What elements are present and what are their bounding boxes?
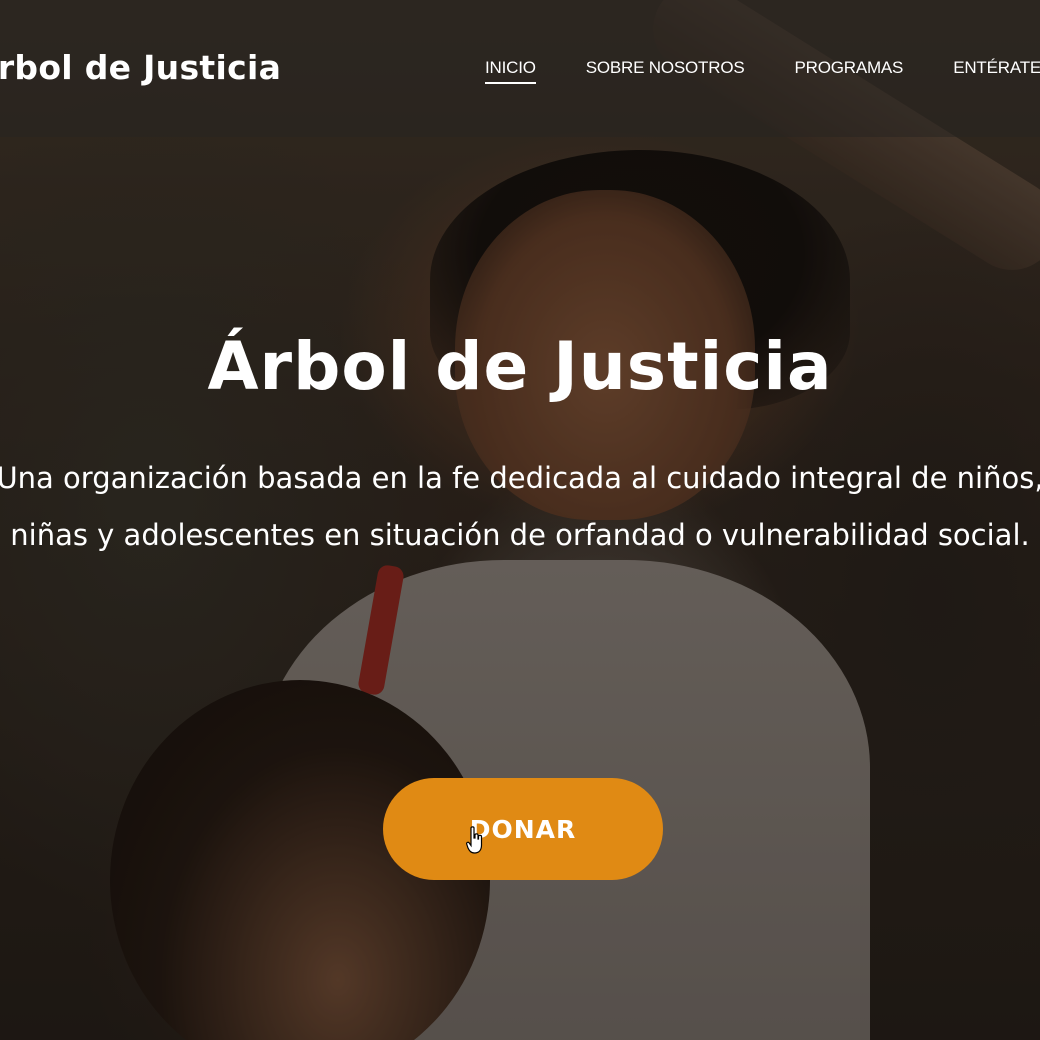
hero-subtitle: Una organización basada en la fe dedicad… [0, 450, 1040, 564]
hero-subtitle-line1: Una organización basada en la fe dedicad… [0, 461, 1040, 495]
main-nav: INICIO SOBRE NOSOTROS PROGRAMAS ENTÉRATE [485, 58, 1040, 84]
nav-item-sobre-nosotros[interactable]: SOBRE NOSOTROS [586, 58, 745, 84]
hero-title: Árbol de Justicia [207, 328, 833, 405]
site-logo[interactable]: Árbol de Justicia [0, 48, 281, 87]
hero-subtitle-line2: niñas y adolescentes en situación de orf… [10, 518, 1030, 552]
site-header: Árbol de Justicia INICIO SOBRE NOSOTROS … [0, 0, 1040, 137]
nav-item-programas[interactable]: PROGRAMAS [794, 58, 903, 84]
nav-item-enterate[interactable]: ENTÉRATE [953, 58, 1040, 84]
donate-button[interactable]: DONAR [383, 778, 663, 880]
nav-item-inicio[interactable]: INICIO [485, 58, 536, 84]
